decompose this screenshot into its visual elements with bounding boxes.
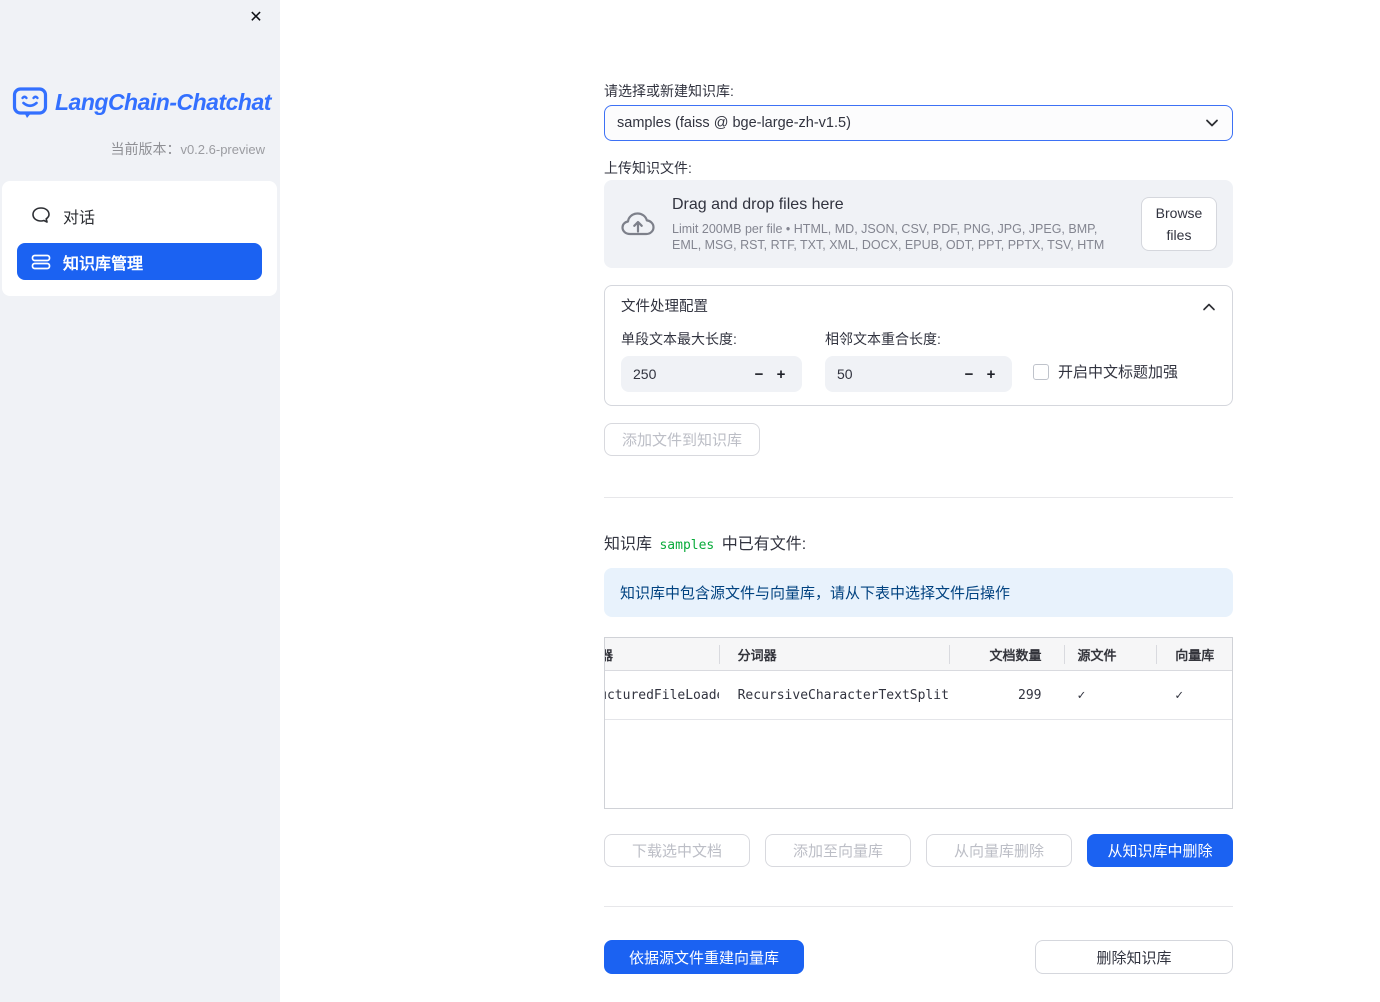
chunk-size-input[interactable]: 250 − + <box>621 356 802 392</box>
sidebar-nav: 对话 知识库管理 <box>2 181 277 296</box>
table-row[interactable]: UnstructuredFileLoader RecursiveCharacte… <box>605 671 1232 720</box>
minus-icon[interactable]: − <box>748 366 770 383</box>
kb-stack-icon <box>31 253 51 271</box>
upload-label: 上传知识文件: <box>604 160 692 176</box>
cell-splitter: RecursiveCharacterTextSplitter <box>737 687 949 703</box>
version-text: 当前版本：v0.2.6-preview <box>0 119 280 159</box>
dropzone-instruction: Drag and drop files here <box>672 195 844 213</box>
cell-loader: UnstructuredFileLoader <box>605 687 719 703</box>
sidebar-item-label: 知识库管理 <box>63 255 144 273</box>
sidebar-item-label: 对话 <box>63 209 96 227</box>
chatchat-logo-icon <box>12 86 48 119</box>
file-config-expander-header[interactable]: 文件处理配置 <box>605 286 1232 317</box>
sidebar-item-dialogue[interactable]: 对话 <box>17 197 262 234</box>
kb-files-heading: 知识库 samples 中已有文件: <box>604 533 1233 557</box>
rebuild-vector-store-button[interactable]: 依据源文件重建向量库 <box>604 940 804 974</box>
kb-name-code: samples <box>659 538 715 553</box>
sidebar-item-kb-management[interactable]: 知识库管理 <box>17 243 262 280</box>
kb-select-label: 请选择或新建知识库: <box>604 83 734 99</box>
dropzone-limit-text: Limit 200MB per file • HTML, MD, JSON, C… <box>672 221 1105 253</box>
cell-doc-count: 299 <box>1018 687 1042 703</box>
info-alert-text: 知识库中包含源文件与向量库，请从下表中选择文件后操作 <box>620 585 1011 602</box>
file-dropzone[interactable]: Drag and drop files here Limit 200MB per… <box>604 180 1233 268</box>
zh-title-enhance-checkbox[interactable]: 开启中文标题加强 <box>1033 361 1178 382</box>
chunk-size-value: 250 <box>633 366 657 382</box>
table-header-row: 文档加载器 分词器 文档数量 源文件 向量库 <box>605 638 1232 671</box>
minus-icon[interactable]: − <box>958 366 980 383</box>
col-header-splitter[interactable]: 分词器 <box>718 638 949 670</box>
version-value: v0.2.6-preview <box>180 142 265 157</box>
logo: LangChain-Chatchat <box>0 0 280 119</box>
plus-icon[interactable]: + <box>770 366 792 383</box>
chevron-down-icon <box>1204 118 1220 128</box>
app-title: LangChain-Chatchat <box>55 89 271 115</box>
kb-selectbox-value: samples (faiss @ bge-large-zh-v1.5) <box>617 115 851 131</box>
divider <box>604 497 1233 498</box>
col-header-vector-store[interactable]: 向量库 <box>1156 638 1232 670</box>
close-icon[interactable]: ✕ <box>245 7 267 29</box>
col-header-loader[interactable]: 文档加载器 <box>605 638 719 670</box>
kb-selectbox[interactable]: samples (faiss @ bge-large-zh-v1.5) <box>604 105 1233 141</box>
main-content: 请选择或新建知识库: samples (faiss @ bge-large-zh… <box>280 0 1380 1002</box>
kb-files-prefix: 知识库 <box>604 536 653 553</box>
overlap-size-value: 50 <box>837 366 853 382</box>
sidebar: ✕ LangChain-Chatchat 当前版本：v0.2.6-preview <box>0 0 280 1002</box>
chat-bubble-icon <box>31 206 51 225</box>
cell-in-vector-check: ✓ <box>1175 687 1184 703</box>
cloud-upload-icon <box>620 209 656 239</box>
add-to-vector-store-button[interactable]: 添加至向量库 <box>765 834 911 867</box>
app-window: ✕ LangChain-Chatchat 当前版本：v0.2.6-preview <box>0 0 1380 1002</box>
delete-kb-button[interactable]: 删除知识库 <box>1035 940 1233 974</box>
file-config-title: 文件处理配置 <box>621 299 708 315</box>
file-action-buttons: 下载选中文档 添加至向量库 从向量库删除 从知识库中删除 <box>604 834 1233 867</box>
col-header-source-file[interactable]: 源文件 <box>1063 638 1157 670</box>
kb-files-suffix: 中已有文件: <box>721 536 807 553</box>
add-files-to-kb-button[interactable]: 添加文件到知识库 <box>604 423 761 456</box>
download-selected-button[interactable]: 下载选中文档 <box>604 834 750 867</box>
delete-from-kb-button[interactable]: 从知识库中删除 <box>1087 834 1233 867</box>
file-config-expander: 文件处理配置 单段文本最大长度: 250 − + 相邻文本重合长度: 50 − … <box>604 285 1233 406</box>
chevron-up-icon <box>1202 303 1216 312</box>
plus-icon[interactable]: + <box>980 366 1002 383</box>
overlap-size-input[interactable]: 50 − + <box>825 356 1012 392</box>
chunk-size-label: 单段文本最大长度: <box>621 331 737 347</box>
kb-level-buttons: 依据源文件重建向量库 删除知识库 <box>604 940 1233 974</box>
overlap-size-label: 相邻文本重合长度: <box>825 331 941 347</box>
cell-in-source-check: ✓ <box>1077 687 1086 703</box>
checkbox-icon[interactable] <box>1033 363 1049 380</box>
delete-from-vector-store-button[interactable]: 从向量库删除 <box>926 834 1072 867</box>
browse-files-button[interactable]: Browse files <box>1141 197 1217 251</box>
kb-files-table[interactable]: 文档加载器 分词器 文档数量 源文件 向量库 UnstructuredFileL… <box>604 637 1233 809</box>
info-alert: 知识库中包含源文件与向量库，请从下表中选择文件后操作 <box>604 568 1233 617</box>
col-header-doc-count[interactable]: 文档数量 <box>948 638 1064 670</box>
zh-title-enhance-label: 开启中文标题加强 <box>1058 364 1179 381</box>
version-label: 当前版本： <box>110 141 181 157</box>
divider <box>604 906 1233 907</box>
